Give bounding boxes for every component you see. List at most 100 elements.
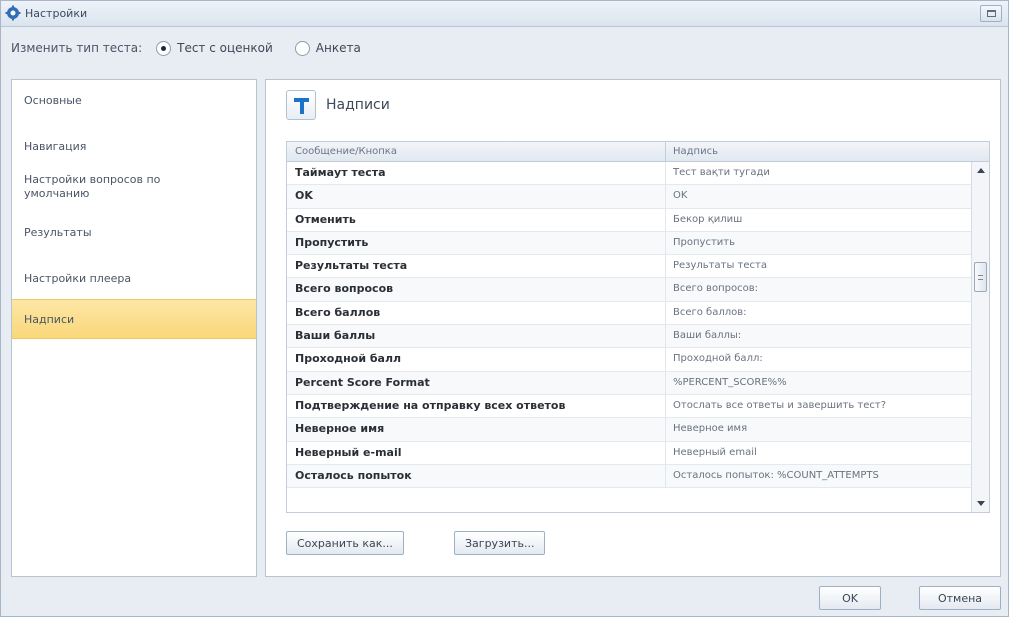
captions-table: Сообщение/Кнопка Надпись Таймаут теста Те…: [286, 141, 990, 513]
cell-separator: [665, 418, 666, 441]
sidebar-item-results[interactable]: Результаты: [12, 226, 256, 239]
row-message-cell: Результаты теста: [295, 259, 408, 273]
row-caption-cell[interactable]: Проходной балл:: [673, 353, 969, 364]
window-title: Настройки: [25, 7, 88, 20]
restore-button[interactable]: [980, 5, 1002, 22]
sidebar-item-label: Настройки плеера: [24, 272, 132, 285]
cell-separator: [665, 208, 666, 231]
table-row[interactable]: Неверный e-mail Неверный email: [287, 441, 971, 465]
row-caption-cell[interactable]: %PERCENT_SCORE%%: [673, 377, 969, 388]
row-caption-cell[interactable]: Результаты теста: [673, 260, 969, 271]
row-message-cell: Неверный e-mail: [295, 445, 402, 459]
cell-separator: [665, 348, 666, 371]
radio-survey-label: Анкета: [315, 41, 361, 55]
settings-window: Настройки Изменить тип теста: Тест с оце…: [0, 0, 1009, 617]
table-row[interactable]: Percent Score Format %PERCENT_SCORE%%: [287, 371, 971, 395]
row-message-cell: Всего вопросов: [295, 282, 394, 296]
cell-separator: [665, 325, 666, 348]
row-caption-cell[interactable]: Ваши баллы:: [673, 330, 969, 341]
load-label: Загрузить...: [465, 536, 535, 550]
load-button[interactable]: Загрузить...: [454, 531, 546, 555]
table-row[interactable]: Подтверждение на отправку всех ответов От…: [287, 394, 971, 419]
sidebar-item-label: Надписи: [24, 313, 75, 326]
radio-dot-checked[interactable]: [156, 40, 172, 56]
cell-separator: [665, 394, 666, 418]
radio-dot-unchecked[interactable]: [294, 40, 310, 56]
row-caption-cell[interactable]: Отослать все ответы и завершить тест?: [673, 400, 969, 411]
sidebar-item-navigation[interactable]: Навигация: [12, 140, 256, 153]
radio-survey[interactable]: Анкета: [294, 40, 361, 56]
sidebar-item-label: Основные: [24, 94, 82, 107]
table-scrollbar[interactable]: [971, 162, 989, 512]
table-row[interactable]: Ваши баллы Ваши баллы:: [287, 325, 971, 349]
table-row[interactable]: Неверное имя Неверное имя: [287, 418, 971, 442]
settings-sidebar: Основные Навигация Настройки вопросов по…: [11, 79, 257, 577]
sidebar-item-label: Результаты: [24, 226, 92, 239]
column-separator: [665, 142, 666, 162]
table-row[interactable]: Осталось попыток Осталось попыток: %COUNT…: [287, 464, 971, 489]
column-header-caption[interactable]: Надпись: [673, 146, 718, 157]
test-type-label: Изменить тип теста:: [11, 41, 143, 55]
content-panel: Надписи Сообщение/Кнопка Надпись Таймаут…: [265, 79, 1001, 577]
row-message-cell: Проходной балл: [295, 352, 402, 366]
table-row[interactable]: Таймаут теста Тест вақти тугади: [287, 162, 971, 186]
row-message-cell: Отменить: [295, 212, 356, 226]
scroll-thumb[interactable]: [974, 262, 987, 292]
cell-separator: [665, 301, 666, 325]
radio-graded-test[interactable]: Тест с оценкой: [156, 40, 273, 56]
table-row[interactable]: OK OK: [287, 185, 971, 209]
row-message-cell: Осталось попыток: [295, 468, 412, 482]
sidebar-item-player-settings[interactable]: Настройки плеера: [12, 272, 256, 285]
row-caption-cell[interactable]: Осталось попыток: %COUNT_ATTEMPTS: [673, 470, 969, 481]
row-caption-cell[interactable]: Пропустить: [673, 237, 969, 248]
sidebar-item-question-defaults[interactable]: Настройки вопросов по умолчанию: [12, 173, 212, 201]
gear-icon: [5, 5, 21, 21]
sidebar-item-label: Навигация: [24, 140, 87, 153]
cell-separator: [665, 162, 666, 185]
row-message-cell: Percent Score Format: [295, 375, 430, 389]
radio-graded-label: Тест с оценкой: [177, 41, 273, 55]
cell-separator: [665, 231, 666, 255]
column-header-message[interactable]: Сообщение/Кнопка: [295, 146, 397, 157]
table-header: Сообщение/Кнопка Надпись: [287, 142, 989, 162]
table-row[interactable]: Результаты теста Результаты теста: [287, 255, 971, 279]
table-row[interactable]: Проходной балл Проходной балл:: [287, 348, 971, 372]
sidebar-item-basic[interactable]: Основные: [12, 94, 256, 107]
row-caption-cell[interactable]: Всего баллов:: [673, 307, 969, 318]
row-message-cell: Пропустить: [295, 235, 369, 249]
row-caption-cell[interactable]: Бекор қилиш: [673, 214, 969, 225]
test-type-bar: Изменить тип теста: Тест с оценкой Анкет…: [11, 37, 383, 59]
sidebar-item-label: Настройки вопросов по умолчанию: [24, 173, 161, 200]
text-T-icon: [286, 90, 316, 120]
row-caption-cell[interactable]: Всего вопросов:: [673, 283, 969, 294]
row-message-cell: OK: [295, 189, 313, 203]
row-message-cell: Подтверждение на отправку всех ответов: [295, 398, 566, 412]
title-bar: Настройки: [1, 1, 1008, 27]
cell-separator: [665, 371, 666, 394]
table-row[interactable]: Отменить Бекор қилиш: [287, 208, 971, 232]
table-row[interactable]: Всего вопросов Всего вопросов:: [287, 278, 971, 302]
section-header: Надписи: [286, 90, 390, 120]
scroll-down-arrow-icon[interactable]: [977, 501, 985, 506]
row-caption-cell[interactable]: Неверное имя: [673, 423, 969, 434]
cancel-label: Отмена: [937, 591, 983, 605]
cell-separator: [665, 278, 666, 301]
row-caption-cell[interactable]: OK: [673, 190, 969, 201]
ok-label: OK: [842, 591, 858, 605]
cell-separator: [665, 464, 666, 488]
row-caption-cell[interactable]: Тест вақти тугади: [673, 167, 969, 178]
row-message-cell: Всего баллов: [295, 305, 381, 319]
save-as-label: Сохранить как...: [297, 536, 393, 550]
ok-button[interactable]: OK: [819, 586, 881, 610]
table-row[interactable]: Всего баллов Всего баллов:: [287, 301, 971, 326]
cancel-button[interactable]: Отмена: [919, 586, 1001, 610]
row-caption-cell[interactable]: Неверный email: [673, 447, 969, 458]
table-row[interactable]: Пропустить Пропустить: [287, 231, 971, 256]
cell-separator: [665, 441, 666, 464]
cell-separator: [665, 255, 666, 278]
row-message-cell: Таймаут теста: [295, 166, 386, 179]
scroll-up-arrow-icon[interactable]: [977, 168, 985, 173]
sidebar-item-captions[interactable]: Надписи: [12, 299, 256, 339]
row-message-cell: Ваши баллы: [295, 329, 376, 343]
save-as-button[interactable]: Сохранить как...: [286, 531, 404, 555]
